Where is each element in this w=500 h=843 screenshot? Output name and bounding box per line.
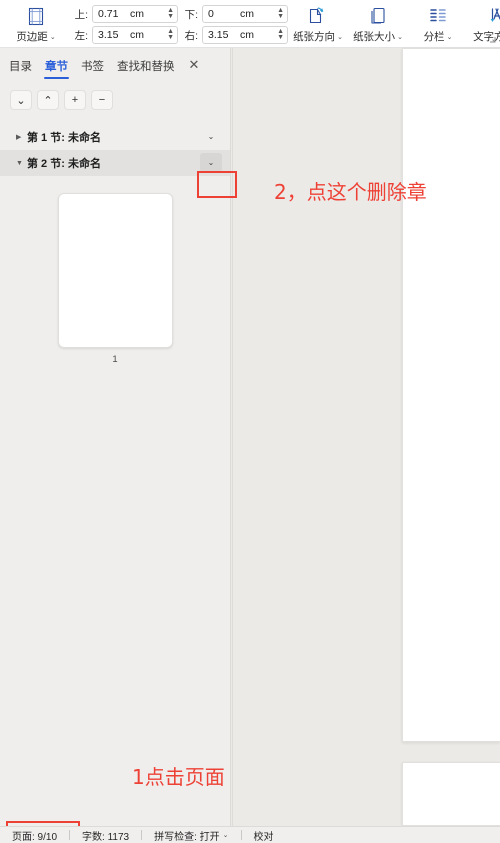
document-page-1[interactable] [402,48,500,742]
status-word-count[interactable]: 字数: 1173 [70,828,141,843]
margin-fields-row-top: 上: 0.71 cm ▲ ▼ 下: 0 cm ▲ ▼ [72,5,288,23]
tab-find-replace[interactable]: 查找和替换 [116,51,176,80]
page-thumbnail[interactable] [57,193,173,348]
ribbon-group-page-setup: 页边距 ⌄ 上: 0.71 cm ▲ ▼ 下: 0 cm ▲ ▼ 左: 3.15… [0,0,500,47]
section-list: ▶ 第 1 节: 未命名 ⌄ ▼ 第 2 节: 未命名 ⌄ [0,124,230,176]
section-2-menu-button[interactable]: ⌄ [200,153,222,172]
page-size-icon [368,4,388,28]
expand-triangle-icon[interactable]: ▶ [16,133,27,141]
margin-left-unit: cm [130,29,144,41]
section-1-label: 第 1 节: 未命名 [27,132,101,144]
page-orientation-button[interactable]: 纸张方向 ⌄ [288,0,348,47]
margin-fields-row-bottom: 左: 3.15 cm ▲ ▼ 右: 3.15 cm ▲ ▼ [72,26,288,44]
margin-left-label: 左: [74,29,88,42]
margin-left-spin-arrows[interactable]: ▲ ▼ [167,28,174,41]
chevron-down-icon: ⌄ [337,33,343,41]
margin-top-label: 上: [74,8,88,21]
page-orientation-label: 纸张方向 [293,31,336,43]
status-spellcheck-label: 拼写检查: 打开 [154,831,220,843]
margin-top-unit: cm [130,8,144,20]
margin-top-spin-arrows[interactable]: ▲ ▼ [167,7,174,20]
margin-bottom-unit: cm [240,8,254,20]
page-margins-label: 页边距 [16,31,48,43]
word-processor-window: 页边距 ⌄ 上: 0.71 cm ▲ ▼ 下: 0 cm ▲ ▼ 左: 3.15… [0,0,500,843]
document-canvas[interactable] [231,48,500,826]
page-margins-label-wrap: 页边距 ⌄ [16,29,55,44]
page-margins-button[interactable]: 页边距 ⌄ [0,0,72,47]
tab-contents[interactable]: 目录 [8,51,33,80]
margin-right-spin-arrows[interactable]: ▲ ▼ [277,28,284,41]
page-margins-icon [27,4,45,28]
tab-chapters[interactable]: 章节 [44,51,69,80]
section-row-1[interactable]: ▶ 第 1 节: 未命名 ⌄ [0,124,230,150]
annotation-step-2: 2，点这个删除章 [274,180,427,204]
text-direction-icon [488,4,500,28]
page-thumbnail-area: 1 [0,176,230,365]
document-page-2[interactable] [402,762,500,826]
tab-bookmarks[interactable]: 书签 [80,51,105,80]
navigation-tabs: 目录 章节 书签 查找和替换 ✕ [0,48,230,82]
margin-right-unit: cm [240,29,254,41]
margin-right-value: 3.15 [208,29,229,41]
page-orientation-label-wrap: 纸张方向 ⌄ [293,29,343,44]
margin-bottom-stepper[interactable]: 0 cm ▲ ▼ [202,5,288,23]
columns-label-wrap: 分栏 ⌄ [424,29,453,44]
margin-bottom-label: 下: [184,8,198,21]
add-section-button[interactable]: + [64,90,86,110]
annotation-highlight-section-menu [197,171,237,198]
columns-button[interactable]: 分栏 ⌄ [408,0,468,47]
page-size-button[interactable]: 纸张大小 ⌄ [348,0,408,47]
columns-icon [428,4,448,28]
margin-bottom-spin-arrows[interactable]: ▲ ▼ [277,7,284,20]
page-size-label-wrap: 纸张大小 ⌄ [353,29,403,44]
columns-label: 分栏 [423,31,445,43]
page-thumbnail-number: 1 [112,354,118,365]
page-setup-dialog-launcher[interactable] [488,36,496,46]
page-orientation-icon [307,4,329,28]
move-down-button[interactable]: ⌄ [10,90,32,110]
margin-bottom-value: 0 [208,8,214,20]
status-bar: 页面: 9/10 字数: 1173 拼写检查: 打开 ⌄ 校对 [0,826,500,843]
annotation-step-1: 1点击页面 [132,765,225,789]
section-row-2[interactable]: ▼ 第 2 节: 未命名 ⌄ [0,150,230,176]
chevron-down-icon: ⌄ [446,33,453,41]
close-icon[interactable]: ✕ [189,57,200,73]
margin-left-value: 3.15 [98,29,119,41]
section-2-label: 第 2 节: 未命名 [27,158,101,170]
move-up-button[interactable]: ⌃ [37,90,59,110]
remove-section-button[interactable]: − [91,90,113,110]
collapse-triangle-icon[interactable]: ▼ [16,160,27,167]
status-page-indicator[interactable]: 页面: 9/10 [0,828,69,843]
margin-top-value: 0.71 [98,8,119,20]
margin-right-label: 右: [184,29,198,42]
chevron-down-icon: ⌄ [49,33,56,41]
page-size-label: 纸张大小 [353,31,396,43]
canvas-edge-rule [232,48,233,826]
page-layout-ribbon: 页边距 ⌄ 上: 0.71 cm ▲ ▼ 下: 0 cm ▲ ▼ 左: 3.15… [0,0,500,48]
margin-top-stepper[interactable]: 0.71 cm ▲ ▼ [92,5,178,23]
chevron-down-icon: ⌄ [397,33,403,41]
status-spellcheck[interactable]: 拼写检查: 打开 ⌄ [142,828,240,843]
status-proofread[interactable]: 校对 [242,828,286,843]
margin-left-stepper[interactable]: 3.15 cm ▲ ▼ [92,26,178,44]
section-toolbar: ⌄ ⌃ + − [0,82,230,110]
navigation-pane: 目录 章节 书签 查找和替换 ✕ ⌄ ⌃ + − ▶ 第 1 节: 未命名 ⌄ … [0,48,231,826]
margin-right-stepper[interactable]: 3.15 cm ▲ ▼ [202,26,288,44]
section-1-menu-button[interactable]: ⌄ [200,127,222,146]
chevron-down-icon: ⌄ [222,832,229,839]
margin-fields: 上: 0.71 cm ▲ ▼ 下: 0 cm ▲ ▼ 左: 3.15 cm ▲ … [72,0,288,47]
